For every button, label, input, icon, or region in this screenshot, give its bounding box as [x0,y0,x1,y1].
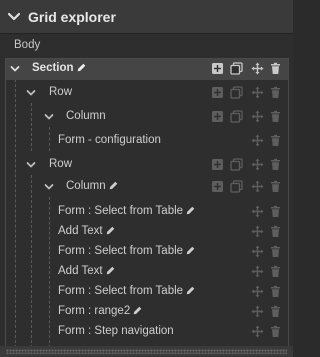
chevron-down-icon[interactable] [7,11,21,23]
chevron-down-icon[interactable] [26,89,36,97]
tree-node-form-select-from-table[interactable]: Form : Select from Table [6,202,288,223]
trash-icon[interactable] [269,225,282,238]
tree-node-form-step-navigation[interactable]: Form : Step navigation [6,322,288,343]
row-actions [204,62,284,76]
tree-node-row[interactable]: Row [6,83,288,104]
chevron-down-icon[interactable] [26,161,36,169]
trash-icon[interactable] [269,134,282,147]
move-icon[interactable] [251,180,264,193]
row-actions [204,86,284,100]
grip-pattern [6,349,287,354]
add-icon[interactable] [211,110,224,123]
move-icon[interactable] [251,325,264,338]
tree-node-label: Form : Select from Table [58,205,195,217]
tree-node-add-text[interactable]: Add Text [6,222,288,243]
tree-node-label: Form : Select from Table [58,285,195,297]
row-actions [204,305,284,319]
move-icon[interactable] [251,134,264,147]
tree-node-form-range2[interactable]: Form : range2 [6,302,288,323]
tree-node-column[interactable]: Column [6,107,288,128]
copy-icon[interactable] [230,62,243,75]
tree-node-label: Row [49,86,73,98]
pencil-icon[interactable] [106,266,115,275]
trash-icon[interactable] [269,285,282,298]
pencil-icon[interactable] [186,286,195,295]
row-actions [204,325,284,339]
chevron-down-icon[interactable] [44,183,54,191]
tree-node-label: Form : Step navigation [58,325,174,337]
row-actions [204,134,284,148]
trash-icon[interactable] [269,305,282,318]
tree-container: Section Row Column Form - configuration … [5,58,289,347]
move-icon[interactable] [251,225,264,238]
tree-node-label: Form : Select from Table [58,245,195,257]
tree-node-row[interactable]: Row [6,155,288,176]
tree-node-label: Form : range2 [58,305,142,317]
tree-node-add-text[interactable]: Add Text [6,262,288,283]
trash-icon[interactable] [269,325,282,338]
copy-icon[interactable] [230,110,243,123]
row-actions [204,180,284,194]
chevron-down-icon[interactable] [44,113,54,121]
move-icon[interactable] [251,305,264,318]
trash-icon[interactable] [269,158,282,171]
panel-header[interactable]: Grid explorer [0,0,293,34]
move-icon[interactable] [251,205,264,218]
grid-explorer-panel: Grid explorer Body Section Row Column Fo… [0,0,293,357]
move-icon[interactable] [251,110,264,123]
tree-node-label: Form - configuration [58,134,161,146]
move-icon[interactable] [251,245,264,258]
pencil-icon[interactable] [133,306,142,315]
trash-icon[interactable] [269,62,282,75]
pencil-icon[interactable] [77,63,86,72]
trash-icon[interactable] [269,110,282,123]
row-actions [204,158,284,172]
row-actions [204,225,284,239]
row-actions [204,110,284,124]
trash-icon[interactable] [269,180,282,193]
trash-icon[interactable] [269,86,282,99]
body-label: Body [14,39,41,51]
move-icon[interactable] [251,158,264,171]
pencil-icon[interactable] [109,181,118,190]
pencil-icon[interactable] [106,226,115,235]
trash-icon[interactable] [269,205,282,218]
move-icon[interactable] [251,62,264,75]
tree-node-label: Add Text [58,265,115,277]
move-icon[interactable] [251,285,264,298]
pencil-icon[interactable] [186,206,195,215]
tree-node-form-select-from-table[interactable]: Form : Select from Table [6,282,288,303]
tree-node-label: Section [32,62,86,74]
tree-node-label: Add Text [58,225,115,237]
move-icon[interactable] [251,86,264,99]
tree-node-label: Column [66,180,118,192]
add-icon[interactable] [211,86,224,99]
row-actions [204,265,284,279]
add-icon[interactable] [211,62,224,75]
row-actions [204,285,284,299]
tree-node-column[interactable]: Column [6,177,288,198]
tree-node-label: Row [49,158,73,170]
row-actions [204,245,284,259]
add-icon[interactable] [211,158,224,171]
tree-node-section[interactable]: Section [6,59,288,80]
tree-node-label: Column [66,110,106,122]
resize-handle[interactable] [0,346,293,357]
pencil-icon[interactable] [186,246,195,255]
panel-title: Grid explorer [28,9,116,25]
copy-icon[interactable] [230,180,243,193]
copy-icon[interactable] [230,86,243,99]
add-icon[interactable] [211,180,224,193]
trash-icon[interactable] [269,265,282,278]
tree-node-form-configuration[interactable]: Form - configuration [6,131,288,152]
chevron-down-icon[interactable] [10,65,20,73]
trash-icon[interactable] [269,245,282,258]
tree-node-form-select-from-table[interactable]: Form : Select from Table [6,242,288,263]
row-actions [204,205,284,219]
move-icon[interactable] [251,265,264,278]
copy-icon[interactable] [230,158,243,171]
